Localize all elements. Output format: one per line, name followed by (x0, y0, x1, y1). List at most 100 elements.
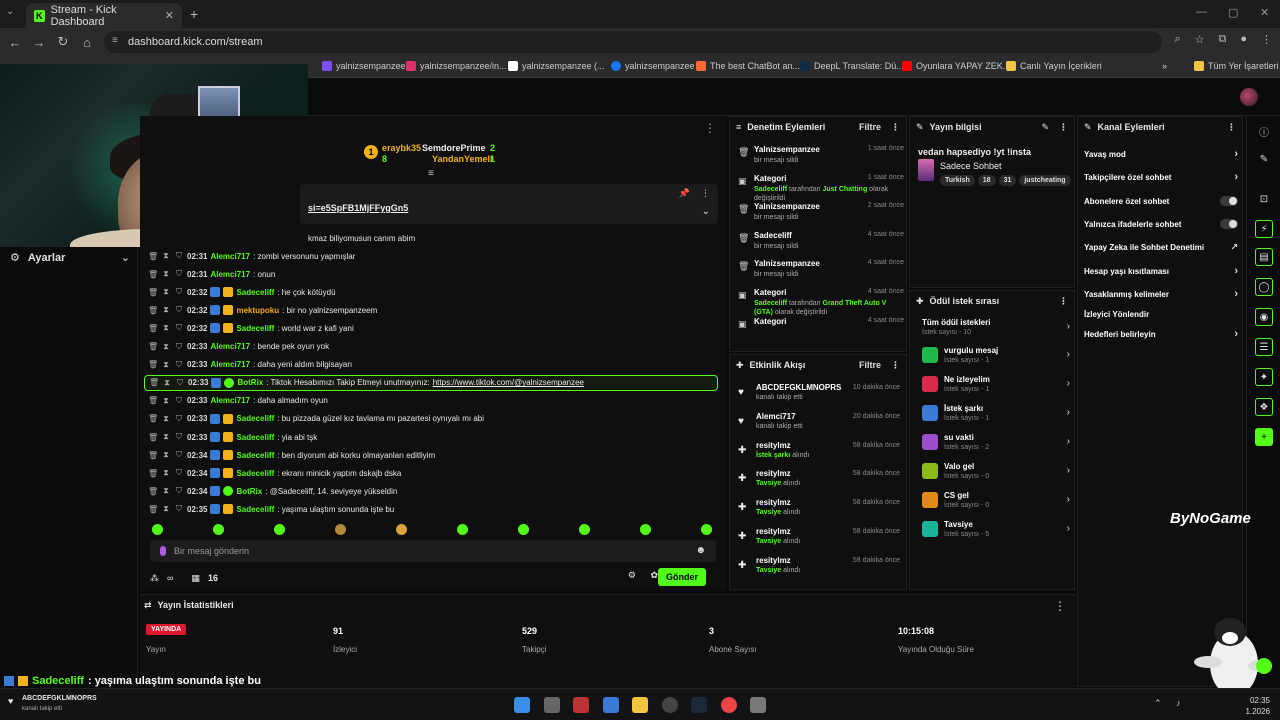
activity-item[interactable]: ♥ Alemci717 20 dakika önce kanalı takip ett… (738, 410, 900, 438)
more-bookmarks-icon[interactable]: » (1162, 61, 1167, 71)
bookmark-star-icon[interactable]: ☆ (1195, 33, 1205, 46)
mod-filter-button[interactable]: Filtre (859, 122, 881, 133)
hourglass-icon[interactable]: ⧗ (161, 414, 171, 424)
bookmark-item[interactable]: yalnizsempanzee (611, 61, 695, 71)
emote-icon[interactable] (152, 524, 163, 535)
channel-action-item[interactable]: Abonelere özel sohbet (1084, 192, 1238, 210)
app-icon[interactable] (750, 697, 766, 713)
address-bar[interactable]: ≡ dashboard.kick.com/stream (104, 31, 1162, 53)
add-widget-icon[interactable]: + (1255, 428, 1273, 446)
steam-icon[interactable] (691, 697, 707, 713)
close-tab-icon[interactable]: ✕ (165, 9, 174, 22)
calendar-icon[interactable]: ▦ (191, 573, 200, 584)
shield-icon[interactable]: ⛉ (174, 486, 184, 496)
shield-icon[interactable]: ⛉ (174, 251, 184, 261)
trash-icon[interactable]: 🗑 (148, 487, 158, 496)
chrome-icon[interactable] (721, 697, 737, 713)
task-view-icon[interactable] (544, 697, 560, 713)
back-icon[interactable]: ← (3, 35, 27, 50)
chat-link[interactable]: https://www.tiktok.com/@yalnizsempanzee (433, 378, 584, 387)
mod-action-item[interactable]: 🗑 Yalnizsempanzee 1 saat önce bir mesajı si… (738, 145, 904, 171)
reward-item[interactable]: Ne izleyelim İstek sayısı - 1 › (922, 374, 1070, 400)
activity-item[interactable]: ♥ ABCDEFGKLMNOPRS 10 dakika önce kanalı tak… (738, 381, 900, 409)
new-tab-icon[interactable]: + (190, 6, 198, 22)
activity-menu-icon[interactable]: ⋮ (891, 360, 900, 371)
trash-icon[interactable]: 🗑 (148, 324, 158, 333)
tray-chevron-icon[interactable]: ⌃ (1154, 698, 1162, 709)
settings-menu[interactable]: ⚙ Ayarlar ⌄ (10, 251, 130, 265)
trash-icon[interactable]: 🗑 (148, 451, 158, 460)
maximize-icon[interactable]: ▢ (1228, 6, 1238, 19)
trash-icon[interactable]: 🗑 (148, 288, 158, 297)
toggle-switch[interactable] (1220, 219, 1238, 229)
emoji-picker-icon[interactable]: ☻ (695, 545, 706, 556)
stats-menu-icon[interactable]: ⋮ (1054, 599, 1066, 613)
pinned-message[interactable]: si=e5SpFB1MjFFygGn5 📌 ⋮ ⌄ (300, 184, 718, 224)
chat-username[interactable]: Alemci717 (210, 342, 250, 351)
trash-icon[interactable]: 🗑 (148, 252, 158, 261)
mod-action-item[interactable]: 🗑 Yalnizsempanzee 2 saat önce bir mesajı si… (738, 202, 904, 228)
app-icon[interactable] (603, 697, 619, 713)
hourglass-icon[interactable]: ⧗ (161, 287, 171, 297)
channel-action-item[interactable]: Hesap yaşı kısıtlaması › (1084, 262, 1238, 280)
chat-username[interactable]: Alemci717 (210, 396, 250, 405)
file-explorer-icon[interactable] (632, 697, 648, 713)
activity-item[interactable]: ✚ resitylmz 58 dakika önce İstek şarkı alın… (738, 439, 900, 467)
browser-menu-icon[interactable]: ⋮ (1261, 33, 1272, 46)
expand-icon[interactable]: ≡ (428, 168, 434, 179)
hourglass-icon[interactable]: ⧗ (161, 323, 171, 333)
chat-username[interactable]: Alemci717 (210, 252, 250, 261)
trash-icon[interactable]: 🗑 (148, 433, 158, 442)
trash-icon[interactable]: 🗑 (148, 414, 158, 423)
shield-icon[interactable]: ⛉ (174, 305, 184, 315)
chat-username[interactable]: Sadeceliff (236, 288, 274, 297)
pinned-menu-icon[interactable]: ⋮ (701, 188, 710, 199)
tab-list-icon[interactable]: ⌄ (6, 6, 14, 17)
reload-icon[interactable]: ↻ (51, 34, 75, 50)
crop-icon[interactable]: ⊡ (1255, 190, 1273, 208)
bookmark-item[interactable]: yalnizsempanzee/in... (406, 61, 507, 71)
channel-action-item[interactable]: Yapay Zeka ile Sohbet Denetimi ↗ (1084, 238, 1238, 256)
chat-settings-gear-icon[interactable]: ⚙ (628, 570, 636, 581)
gift-icon[interactable]: ❖ (1255, 398, 1273, 416)
microphone-icon[interactable] (160, 546, 166, 556)
shield-icon[interactable]: ⛉ (174, 287, 184, 297)
pencil-icon[interactable]: ✎ (1255, 150, 1273, 168)
reward-item[interactable]: vurgulu mesaj İstek sayısı - 1 › (922, 345, 1070, 371)
zoom-search-icon[interactable]: ⌕ (1174, 33, 1180, 46)
activity-item[interactable]: ✚ resitylmz 58 dakika önce Tavsiye alındı (738, 525, 900, 553)
shield-icon[interactable]: ⛉ (174, 396, 184, 406)
toggle-switch[interactable] (1220, 196, 1238, 206)
reward-item[interactable]: İstek şarkı İstek sayısı - 1 › (922, 403, 1070, 429)
chat-username[interactable]: Sadeceliff (236, 414, 274, 423)
minimize-icon[interactable]: — (1196, 6, 1207, 18)
chat-username[interactable]: Sadeceliff (236, 433, 274, 442)
bookmark-item[interactable]: yalnizsempanzee (... (508, 61, 605, 71)
hourglass-icon[interactable]: ⧗ (161, 486, 171, 496)
emote-icon[interactable] (213, 524, 224, 535)
all-bookmarks[interactable]: Tüm Yer İşaretleri (1194, 61, 1279, 71)
mod-action-item[interactable]: 🗑 Yalnizsempanzee 4 saat önce bir mesajı si… (738, 259, 904, 285)
emote-icon[interactable] (579, 524, 590, 535)
reward-menu-icon[interactable]: ⋮ (1059, 296, 1068, 307)
emote-icon[interactable] (457, 524, 468, 535)
hourglass-icon[interactable]: ⧗ (162, 378, 172, 388)
site-info-icon[interactable]: ≡ (112, 35, 118, 46)
channel-action-item[interactable]: İzleyici Yönlendir (1084, 305, 1238, 323)
reward-item[interactable]: Tavsiye İstek sayısı - 5 › (922, 519, 1070, 545)
edit-icon[interactable]: ✎ (1041, 122, 1049, 133)
channel-action-item[interactable]: Yavaş mod › (1084, 145, 1238, 163)
chat-menu-icon[interactable]: ⋮ (704, 121, 716, 135)
activity-item[interactable]: ✚ resitylmz 58 dakika önce Tavsiye alındı (738, 496, 900, 524)
bookmark-item[interactable]: yalnizsempanzee (322, 61, 406, 71)
reward-item[interactable]: Valo gel İstek sayısı - 0 › (922, 461, 1070, 487)
chat-username[interactable]: Sadeceliff (236, 505, 274, 514)
shield-icon[interactable]: ⛉ (174, 414, 184, 424)
bookmark-item[interactable]: DeepL Translate: Dü... (800, 61, 904, 71)
shield-icon[interactable]: ⛉ (174, 432, 184, 442)
shield-icon[interactable]: ⛉ (175, 378, 185, 388)
shield-icon[interactable]: ⛉ (174, 504, 184, 514)
hourglass-icon[interactable]: ⧗ (161, 360, 171, 370)
hourglass-icon[interactable]: ⧗ (161, 396, 171, 406)
trash-icon[interactable]: 🗑 (148, 270, 158, 279)
